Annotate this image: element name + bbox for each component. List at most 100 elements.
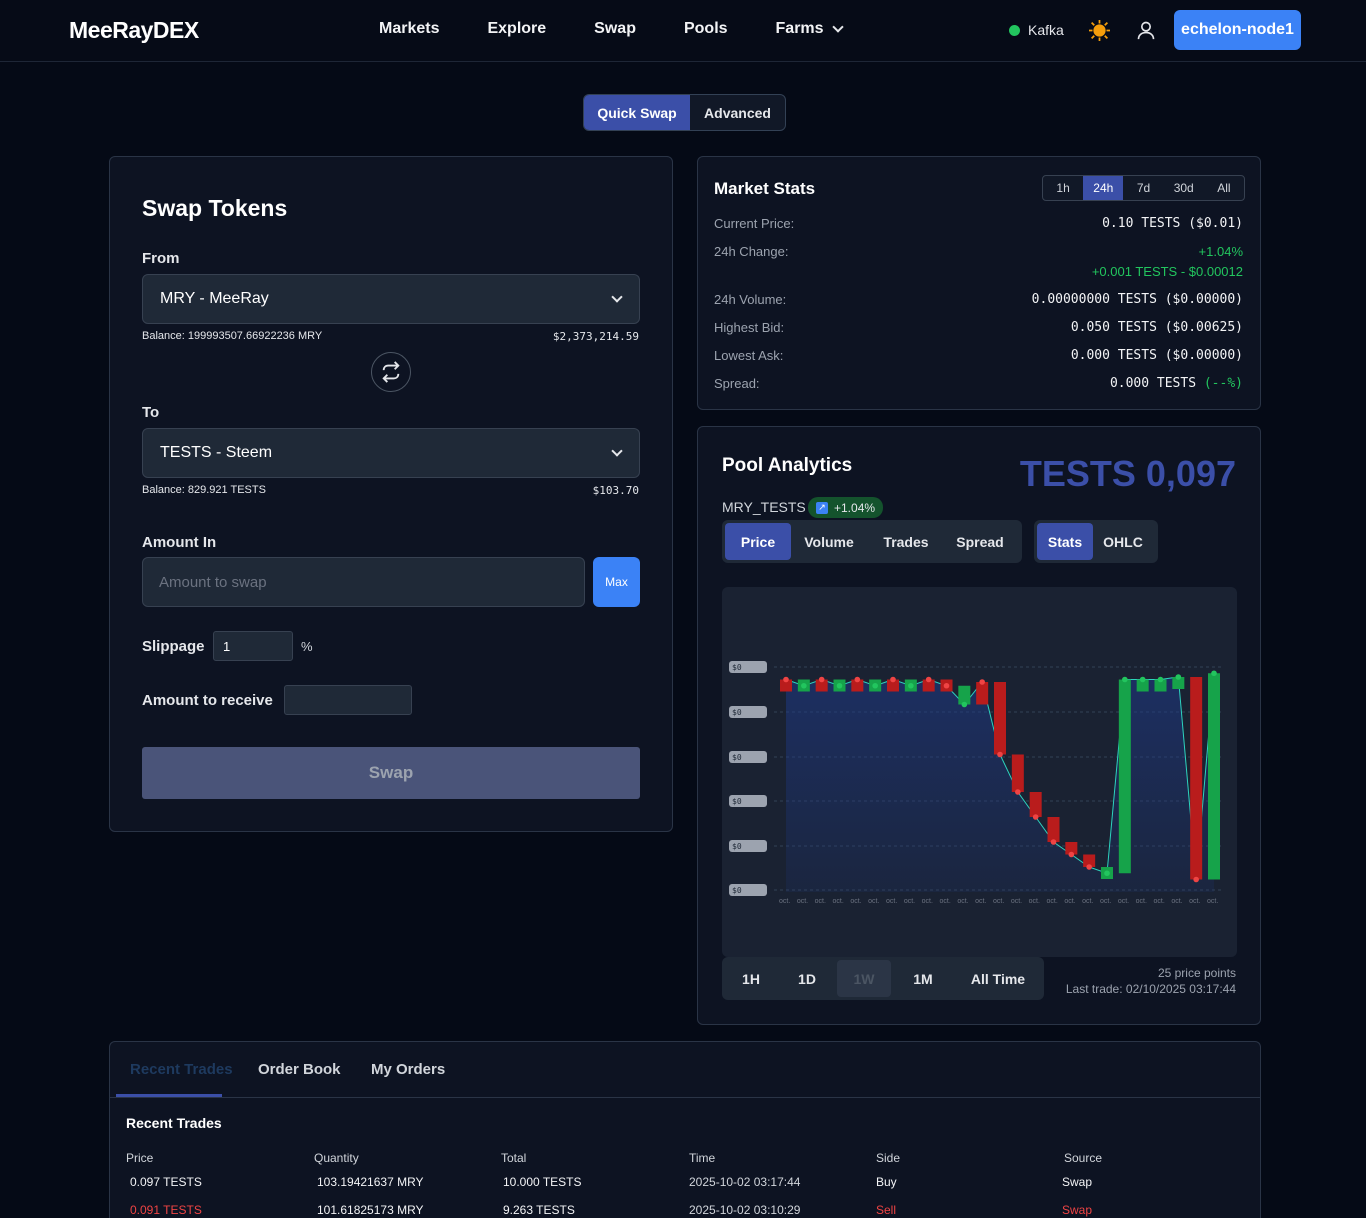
chevron-down-icon: [831, 20, 844, 33]
tab-stats[interactable]: Stats: [1037, 523, 1093, 560]
x-tick-label: oct.: [886, 898, 897, 905]
pool-analytics-card: Pool Analytics TESTS 0,097 MRY_TESTS ↗ +1…: [697, 426, 1261, 1025]
x-tick-label: oct.: [1064, 898, 1075, 905]
range-1m[interactable]: 1M: [891, 960, 955, 997]
slippage-input[interactable]: [213, 631, 293, 661]
trade-total: 10.000 TESTS: [503, 1175, 582, 1189]
x-tick-label: oct.: [1154, 898, 1165, 905]
app-logo[interactable]: MeeRayDEX: [69, 17, 199, 44]
x-tick-label: oct.: [993, 898, 1004, 905]
swap-title: Swap Tokens: [142, 195, 288, 221]
tab-price[interactable]: Price: [725, 523, 791, 560]
timeframe-24h[interactable]: 24h: [1083, 176, 1124, 200]
trade-side: Buy: [876, 1175, 897, 1189]
top-navbar: MeeRayDEX Markets Explore Swap Pools Far…: [0, 0, 1366, 62]
tab-order-book[interactable]: Order Book: [258, 1061, 341, 1078]
slippage-label: Slippage: [142, 638, 205, 655]
volume-label: 24h Volume:: [714, 292, 787, 307]
price-point: [854, 676, 861, 683]
price-point: [818, 676, 825, 683]
chevron-down-icon: [611, 445, 623, 457]
tab-recent-trades[interactable]: Recent Trades: [130, 1061, 233, 1078]
chart-view-tabs: Stats OHLC: [1034, 520, 1158, 563]
price-point: [1139, 676, 1146, 683]
tab-ohlc[interactable]: OHLC: [1093, 523, 1153, 560]
connection-status: Kafka: [1009, 22, 1064, 38]
candle: [1208, 673, 1220, 880]
price-point: [1015, 789, 1021, 795]
trade-quantity: 101.61825173 MRY: [317, 1203, 424, 1217]
sun-icon[interactable]: [1089, 20, 1110, 41]
price-point: [1193, 876, 1199, 883]
tab-trades[interactable]: Trades: [867, 523, 945, 560]
tab-advanced[interactable]: Advanced: [690, 95, 785, 130]
nav-markets[interactable]: Markets: [379, 20, 439, 38]
range-all-time[interactable]: All Time: [955, 960, 1041, 997]
tab-quick-swap[interactable]: Quick Swap: [584, 95, 690, 130]
from-token-select[interactable]: MRY - MeeRay: [142, 274, 640, 324]
candle: [976, 682, 989, 705]
max-button[interactable]: Max: [593, 557, 640, 607]
x-tick-label: oct.: [833, 898, 844, 905]
lowest-ask-label: Lowest Ask:: [714, 348, 784, 363]
last-trade-time: Last trade: 02/10/2025 03:17:44: [1065, 982, 1236, 996]
y-tick-label: $0: [732, 663, 742, 672]
y-tick-label: $0: [732, 753, 742, 762]
trade-source: Swap: [1062, 1203, 1093, 1217]
nav-farms[interactable]: Farms: [776, 20, 844, 38]
tab-volume[interactable]: Volume: [791, 523, 867, 560]
col-source: Source: [1064, 1151, 1103, 1165]
price-point: [801, 682, 807, 689]
x-tick-label: oct.: [1047, 898, 1058, 905]
range-1h[interactable]: 1H: [725, 960, 777, 997]
nav-swap[interactable]: Swap: [594, 20, 636, 38]
pool-pair: MRY_TESTS: [722, 499, 806, 515]
col-price: Price: [126, 1151, 154, 1165]
timeframe-all[interactable]: All: [1204, 176, 1244, 200]
spread-amount: 0.000 TESTS: [1109, 376, 1197, 391]
change-badge: ↗ +1.04%: [808, 497, 884, 518]
to-token-value: TESTS - Steem: [160, 444, 273, 461]
price-point: [890, 676, 896, 683]
candle: [994, 682, 1006, 755]
range-1d[interactable]: 1D: [777, 960, 837, 997]
x-tick-label: oct.: [975, 898, 986, 905]
amount-in-label: Amount In: [142, 534, 217, 551]
price-point: [925, 676, 932, 683]
timeframe-1h[interactable]: 1h: [1043, 176, 1083, 200]
range-1w[interactable]: 1W: [837, 960, 891, 997]
candle: [1011, 754, 1024, 792]
tab-spread[interactable]: Spread: [945, 523, 1015, 560]
trade-price: 0.097 TESTS: [130, 1175, 202, 1189]
x-tick-label: oct.: [1171, 898, 1182, 905]
nav-explore[interactable]: Explore: [487, 20, 546, 38]
change-badge-value: +1.04%: [834, 500, 876, 515]
to-token-select[interactable]: TESTS - Steem: [142, 428, 640, 478]
recent-trades-title: Recent Trades: [126, 1115, 222, 1131]
trade-total: 9.263 TESTS: [503, 1203, 575, 1217]
nav-pools[interactable]: Pools: [684, 20, 728, 38]
user-icon[interactable]: [1136, 20, 1156, 40]
amount-in-input[interactable]: [142, 557, 585, 607]
swap-button[interactable]: Swap: [142, 747, 640, 799]
y-tick-label: $0: [732, 797, 742, 806]
timeframe-7d[interactable]: 7d: [1123, 176, 1163, 200]
tab-my-orders[interactable]: My Orders: [371, 1061, 445, 1078]
timeframe-selector: 1h 24h 7d 30d All: [1042, 175, 1245, 201]
trade-source: Swap: [1062, 1175, 1093, 1189]
chevron-down-icon: [611, 291, 623, 303]
spread-pct: (--%): [1203, 376, 1243, 391]
switch-tokens-button[interactable]: [371, 352, 411, 392]
x-tick-label: oct.: [1100, 898, 1111, 905]
col-total: Total: [501, 1151, 527, 1165]
to-balance-usd: $103.70: [592, 484, 639, 497]
candle: [1047, 817, 1060, 842]
node-button[interactable]: echelon-node1: [1174, 10, 1301, 50]
price-point: [836, 682, 843, 689]
chart-meta: 25 price points Last trade: 02/10/2025 0…: [1066, 965, 1236, 997]
price-point: [1175, 674, 1182, 680]
trade-quantity: 103.19421637 MRY: [317, 1175, 424, 1189]
volume-value: 0.00000000 TESTS ($0.00000): [1031, 292, 1243, 307]
timeframe-30d[interactable]: 30d: [1164, 176, 1204, 200]
status-dot-icon: [1009, 24, 1020, 36]
